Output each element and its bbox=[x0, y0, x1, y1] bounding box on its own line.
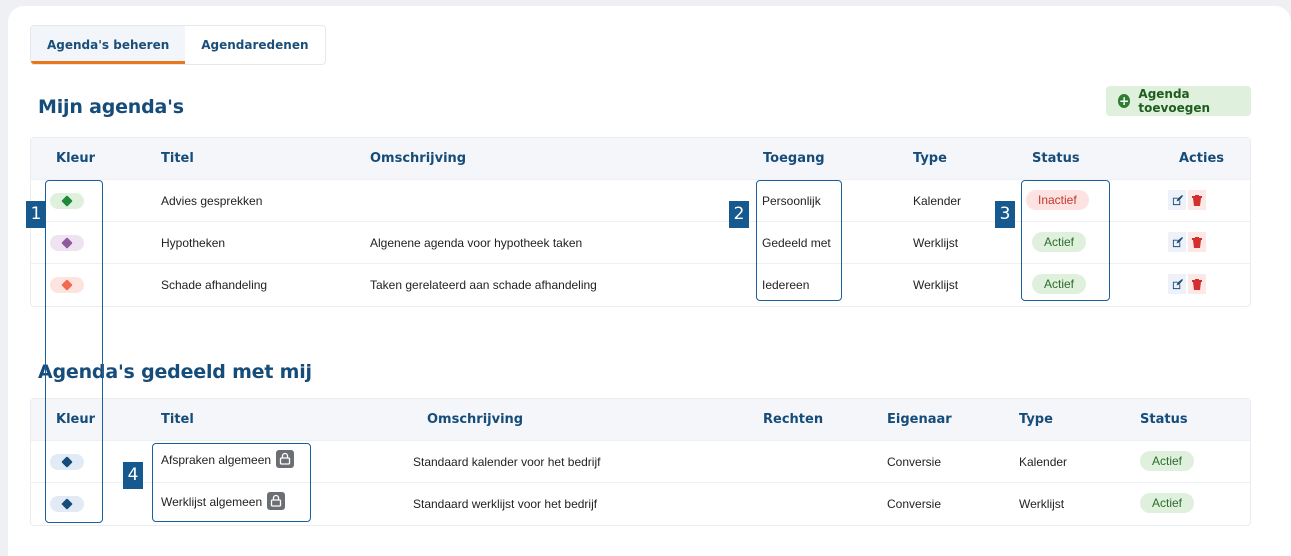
agenda-description: Algenene agenda voor hypotheek taken bbox=[370, 236, 583, 250]
col-type: Type bbox=[913, 151, 947, 166]
annotation-marker-1: 1 bbox=[26, 201, 46, 228]
trash-icon[interactable] bbox=[1188, 274, 1206, 294]
tab-agendaredenen[interactable]: Agendaredenen bbox=[185, 26, 324, 64]
table-header: Kleur Titel Omschrijving Rechten Eigenaa… bbox=[31, 399, 1250, 440]
agenda-description: Standaard kalender voor het bedrijf bbox=[413, 455, 601, 469]
agenda-type: Kalender bbox=[1019, 455, 1068, 469]
col-titel: Titel bbox=[161, 412, 194, 427]
agenda-description: Standaard werklijst voor het bedrijf bbox=[413, 497, 598, 511]
add-agenda-button[interactable]: + Agenda toevoegen bbox=[1106, 86, 1251, 116]
edit-icon[interactable] bbox=[1168, 232, 1186, 252]
agenda-type: Werklijst bbox=[913, 236, 959, 250]
col-kleur: Kleur bbox=[56, 151, 96, 166]
col-titel: Titel bbox=[161, 151, 194, 166]
add-agenda-label: Agenda toevoegen bbox=[1138, 87, 1211, 115]
edit-icon[interactable] bbox=[1168, 190, 1186, 210]
my-agendas-title: Mijn agenda's bbox=[38, 96, 184, 118]
highlight-shared-titles bbox=[152, 443, 311, 522]
plus-circle-icon: + bbox=[1118, 94, 1131, 108]
agenda-type: Werklijst bbox=[1019, 497, 1065, 511]
tab-agendas-beheren[interactable]: Agenda's beheren bbox=[31, 26, 186, 64]
col-eigenaar: Eigenaar bbox=[887, 412, 952, 427]
annotation-marker-2: 2 bbox=[729, 201, 749, 228]
annotation-marker-4: 4 bbox=[123, 462, 143, 489]
agenda-type: Kalender bbox=[913, 194, 962, 208]
trash-icon[interactable] bbox=[1188, 190, 1206, 210]
highlight-status-column bbox=[1021, 180, 1110, 301]
highlight-access-column bbox=[756, 180, 842, 301]
trash-icon[interactable] bbox=[1188, 232, 1206, 252]
agenda-description: Taken gerelateerd aan schade afhandeling bbox=[370, 278, 597, 292]
col-rechten: Rechten bbox=[763, 412, 824, 427]
row-actions bbox=[1168, 232, 1206, 252]
agenda-title: Hypotheken bbox=[161, 236, 226, 250]
tab-bar: Agenda's beheren Agendaredenen bbox=[30, 25, 326, 65]
agenda-title: Schade afhandeling bbox=[161, 278, 268, 292]
agenda-owner: Conversie bbox=[887, 497, 942, 511]
row-actions bbox=[1168, 274, 1206, 294]
col-acties: Acties bbox=[1179, 151, 1224, 166]
agenda-type: Werklijst bbox=[913, 278, 959, 292]
highlight-color-column bbox=[45, 180, 103, 523]
annotation-marker-3: 3 bbox=[995, 201, 1015, 228]
status-badge: Actief bbox=[1140, 493, 1195, 513]
col-status: Status bbox=[1140, 412, 1188, 427]
agenda-title: Advies gesprekken bbox=[161, 194, 263, 208]
edit-icon[interactable] bbox=[1168, 274, 1186, 294]
agenda-owner: Conversie bbox=[887, 455, 942, 469]
col-status: Status bbox=[1032, 151, 1080, 166]
col-omschrijving: Omschrijving bbox=[427, 412, 524, 427]
row-actions bbox=[1168, 190, 1206, 210]
col-toegang: Toegang bbox=[763, 151, 825, 166]
table-header: Kleur Titel Omschrijving Toegang Type St… bbox=[31, 138, 1250, 179]
col-omschrijving: Omschrijving bbox=[370, 151, 467, 166]
col-type: Type bbox=[1019, 412, 1053, 427]
status-badge: Actief bbox=[1140, 451, 1195, 471]
